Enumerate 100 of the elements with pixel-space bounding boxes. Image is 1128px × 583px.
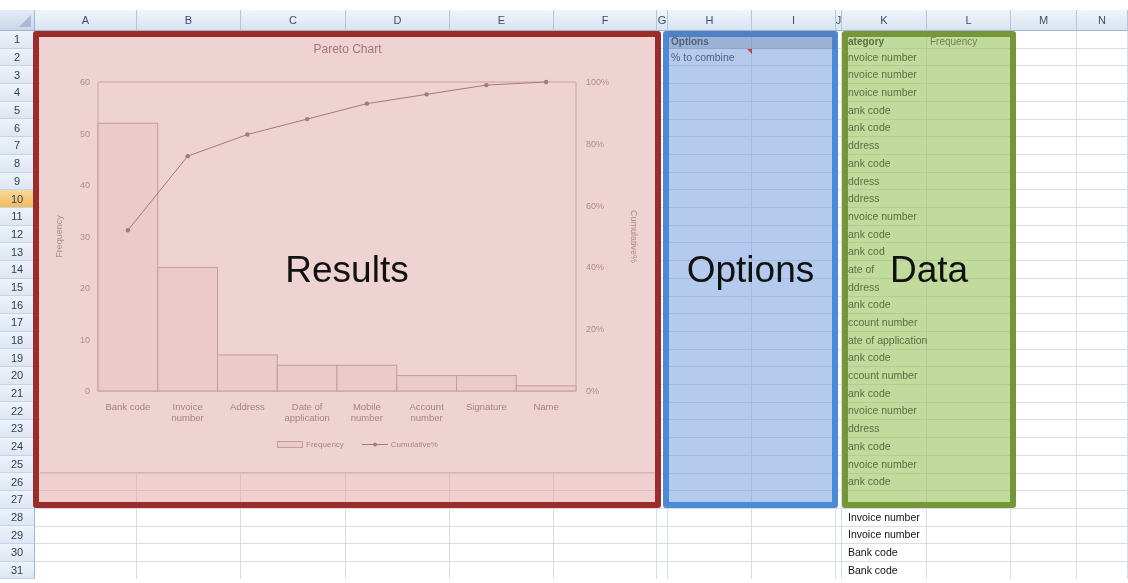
row-header[interactable]: 17 xyxy=(0,314,35,332)
axis-tick-label: 60 xyxy=(80,77,90,87)
table-cell-text: Invoice number xyxy=(847,509,921,525)
row-header[interactable]: 6 xyxy=(0,119,35,138)
table-cell-text: nvoice number xyxy=(847,85,918,101)
row-header[interactable]: 13 xyxy=(0,243,35,261)
table-cell-text: ank cod xyxy=(847,244,886,260)
data-point xyxy=(185,153,190,159)
column-header[interactable]: M xyxy=(1011,10,1077,31)
region-label: Data xyxy=(889,248,969,291)
column-header[interactable]: K xyxy=(842,10,927,31)
axis-title: Cumulative% xyxy=(629,210,639,263)
axis-tick-label: 80% xyxy=(586,138,604,149)
table-cell-text: nvoice number xyxy=(847,403,918,419)
axis-tick-label: 50 xyxy=(80,128,90,139)
region-label: Results xyxy=(285,248,409,291)
category-label: Mobile number xyxy=(349,401,384,425)
data-point xyxy=(484,82,489,88)
row-header[interactable]: 22 xyxy=(0,402,35,421)
row-header[interactable]: 1 xyxy=(0,31,35,49)
axis-tick-label: 40 xyxy=(80,180,90,190)
category-label: Date of application xyxy=(283,401,331,425)
column-header[interactable]: G xyxy=(657,10,668,31)
table-cell-text: nvoice number xyxy=(847,49,918,65)
table-cell-text: nvoice number xyxy=(847,208,918,224)
table-cell: % to combine xyxy=(668,48,752,67)
table-cell-text: ate of application xyxy=(847,332,927,348)
data-point xyxy=(245,132,250,137)
data-point xyxy=(424,92,429,97)
category-label: Account number xyxy=(408,401,445,425)
column-header[interactable]: F xyxy=(554,10,657,31)
table-cell-text: ank code xyxy=(847,155,892,171)
table-cell-text: ank code xyxy=(847,102,892,118)
column-header[interactable]: C xyxy=(241,10,346,31)
column-header[interactable]: D xyxy=(346,10,450,31)
category-label: Name xyxy=(533,401,559,414)
axis-tick-label: 0 xyxy=(85,386,90,396)
table-cell-text: ddress xyxy=(847,279,881,295)
table-cell-text: ank code xyxy=(847,297,892,313)
table-cell-text: ccount number xyxy=(847,315,919,330)
axis-tick-label: 60% xyxy=(586,200,604,211)
category-label: Signature xyxy=(466,401,507,414)
legend-label: Frequency xyxy=(306,439,344,449)
table-cell-text: ank code xyxy=(847,385,892,401)
category-label: Invoice number xyxy=(170,401,205,425)
column-header[interactable]: E xyxy=(450,10,554,31)
header-cell: Options xyxy=(668,31,836,49)
table-cell-text: ank code xyxy=(847,226,892,242)
data-point xyxy=(364,101,370,106)
row-header[interactable]: 20 xyxy=(0,367,35,385)
axis-tick-label: 30 xyxy=(80,231,90,242)
column-header[interactable]: H xyxy=(668,10,752,31)
axis-tick-label: 10 xyxy=(80,334,90,345)
row-header[interactable]: 16 xyxy=(0,296,35,314)
table-cell-text: ategory xyxy=(847,35,886,49)
axis-title: Frequency xyxy=(54,215,64,258)
data-point xyxy=(304,116,310,122)
table-cell-text: Bank code xyxy=(847,562,899,578)
corner-triangle-icon xyxy=(19,15,31,27)
table-cell-text: ank code xyxy=(847,438,892,454)
column-header[interactable]: I xyxy=(752,10,836,31)
table-cell-text: ddress xyxy=(847,191,881,207)
table-cell-text: Frequency xyxy=(929,35,979,49)
row-header[interactable]: 10 xyxy=(0,190,35,208)
table-cell-text: Bank code xyxy=(847,544,899,560)
column-header[interactable]: B xyxy=(137,10,241,31)
select-all-button[interactable] xyxy=(0,10,35,31)
legend-line-icon xyxy=(361,441,388,447)
row-header[interactable]: 4 xyxy=(0,84,35,102)
row-header[interactable]: 29 xyxy=(0,526,35,544)
legend-label: Cumulative% xyxy=(390,439,438,449)
table-cell-text: ank code xyxy=(847,474,892,490)
table-cell-text: nvoice number xyxy=(847,67,918,83)
row-header[interactable]: 19 xyxy=(0,349,35,368)
table-cell-text: ddress xyxy=(847,138,881,154)
table-cell-text: nvoice number xyxy=(847,456,918,472)
data-point xyxy=(125,228,131,233)
axis-tick-label: 40% xyxy=(586,262,604,273)
row-header[interactable]: 26 xyxy=(0,473,35,491)
row-header[interactable]: 3 xyxy=(0,66,35,85)
row-header[interactable]: 7 xyxy=(0,137,35,155)
table-cell-text: ccount number xyxy=(847,368,919,384)
region-label: Options xyxy=(686,248,815,291)
category-label: Bank code xyxy=(105,401,151,414)
row-header[interactable]: 23 xyxy=(0,420,35,438)
legend-swatch xyxy=(277,440,304,448)
data-point xyxy=(543,79,549,85)
axis-tick-label: 20 xyxy=(80,283,90,293)
column-header[interactable]: A xyxy=(35,10,137,31)
table-cell-text: Invoice number xyxy=(847,527,921,543)
table-cell-text: ank code xyxy=(847,120,892,136)
column-header[interactable]: L xyxy=(927,10,1011,31)
axis-tick-label: 20% xyxy=(586,324,604,335)
category-label: Address xyxy=(229,401,265,414)
axis-tick-label: 0% xyxy=(586,386,599,396)
axis-tick-label: 100% xyxy=(586,77,610,87)
column-header[interactable]: N xyxy=(1077,10,1128,31)
table-cell-text: ddress xyxy=(847,173,881,189)
chart-title: Pareto Chart xyxy=(313,42,382,56)
table-cell-text: ddress xyxy=(847,421,881,437)
